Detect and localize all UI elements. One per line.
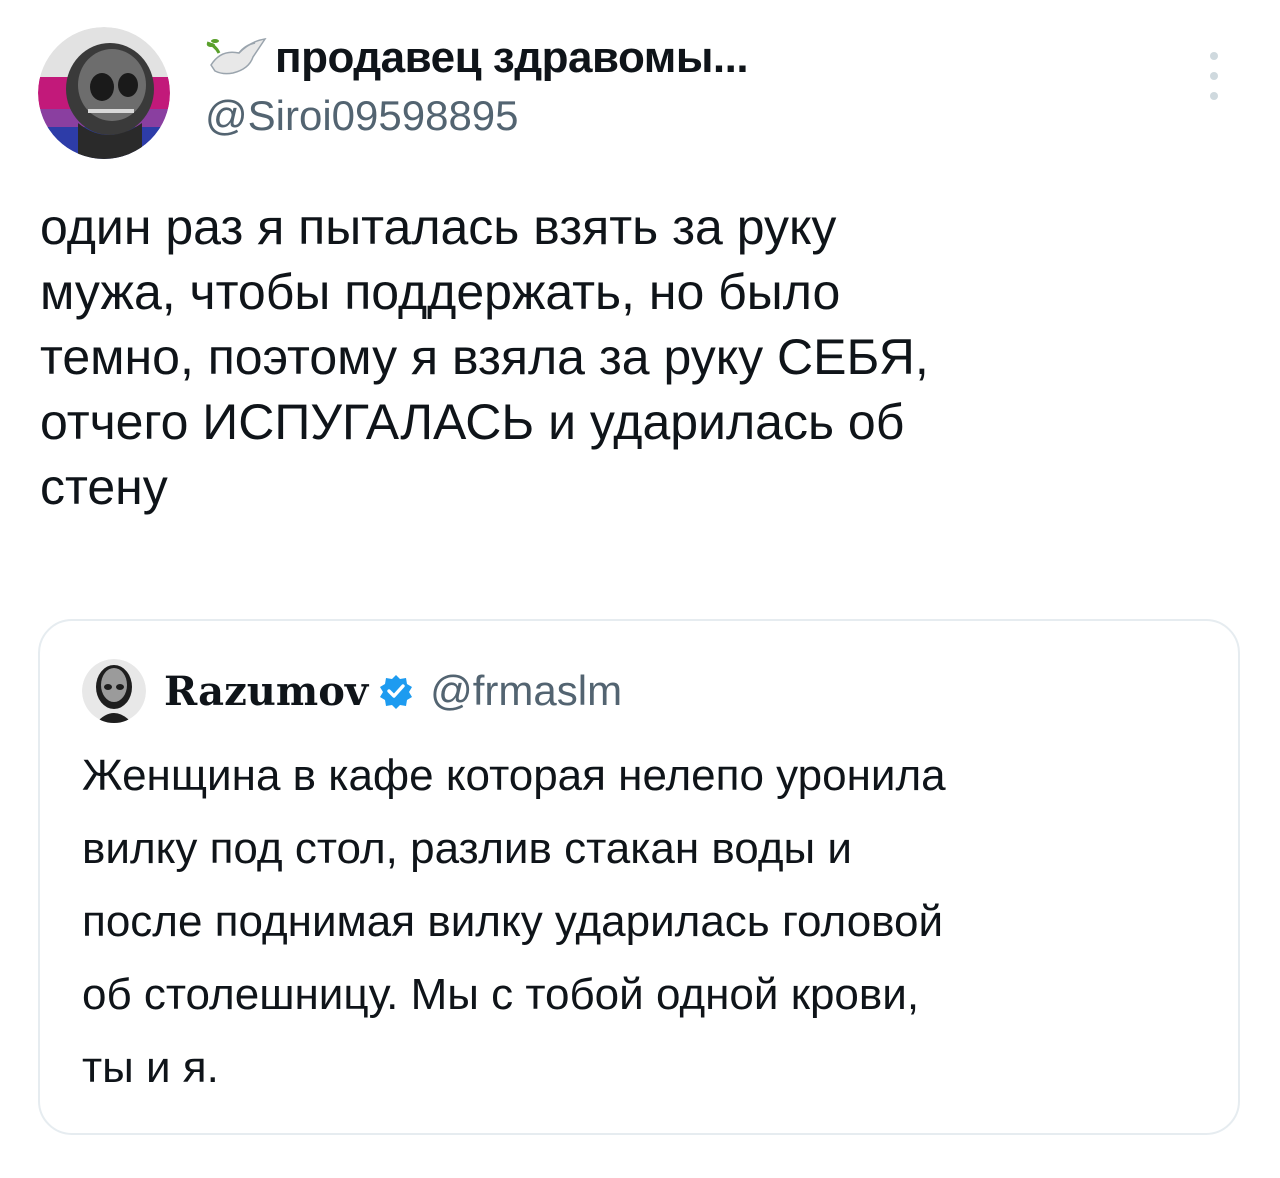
tweet-text-line: мужа, чтобы поддержать, но было bbox=[40, 264, 841, 320]
author-name-row[interactable]: продавец здравомы... bbox=[205, 28, 749, 88]
quoted-tweet-text: Женщина в кафе которая нелепо уронила ви… bbox=[82, 739, 1212, 1104]
more-options-button[interactable] bbox=[1198, 52, 1230, 100]
quoted-author-avatar[interactable] bbox=[82, 659, 146, 723]
quoted-author-handle[interactable]: @frmaslm bbox=[430, 667, 622, 715]
author-handle[interactable]: @Siroi09598895 bbox=[205, 92, 519, 140]
quoted-text-line: ты и я. bbox=[82, 1043, 219, 1092]
more-vertical-icon-dot bbox=[1210, 72, 1218, 80]
author-avatar[interactable] bbox=[38, 27, 170, 159]
quoted-author-name[interactable]: Razumov bbox=[164, 668, 368, 715]
verified-badge-icon bbox=[378, 673, 414, 709]
quoted-text-line: вилку под стол, разлив стакан воды и bbox=[82, 824, 852, 873]
alien-avatar-icon bbox=[82, 659, 146, 723]
tweet-text-line: темно, поэтому я взяла за руку СЕБЯ, bbox=[40, 329, 929, 385]
tweet-text: один раз я пыталась взять за руку мужа, … bbox=[40, 195, 1240, 520]
quoted-tweet-card[interactable]: Razumov @frmaslm Женщина в кафе которая … bbox=[38, 619, 1240, 1135]
quoted-text-line: Женщина в кафе которая нелепо уронила bbox=[82, 751, 946, 800]
dove-icon bbox=[205, 35, 269, 81]
tweet: продавец здравомы... @Siroi09598895 один… bbox=[0, 0, 1280, 1178]
tweet-text-line: отчего ИСПУГАЛАСЬ и ударилась об bbox=[40, 394, 905, 450]
quoted-text-line: об столешницу. Мы с тобой одной крови, bbox=[82, 970, 920, 1019]
author-display-name: продавец здравомы... bbox=[275, 33, 749, 82]
more-vertical-icon-dot bbox=[1210, 92, 1218, 100]
quoted-tweet-header: Razumov @frmaslm bbox=[82, 659, 622, 723]
quoted-text-line: после поднимая вилку ударилась головой bbox=[82, 897, 944, 946]
more-vertical-icon bbox=[1210, 52, 1218, 60]
tweet-text-line: стену bbox=[40, 459, 168, 515]
skull-avatar-icon bbox=[38, 27, 170, 159]
tweet-text-line: один раз я пыталась взять за руку bbox=[40, 199, 837, 255]
